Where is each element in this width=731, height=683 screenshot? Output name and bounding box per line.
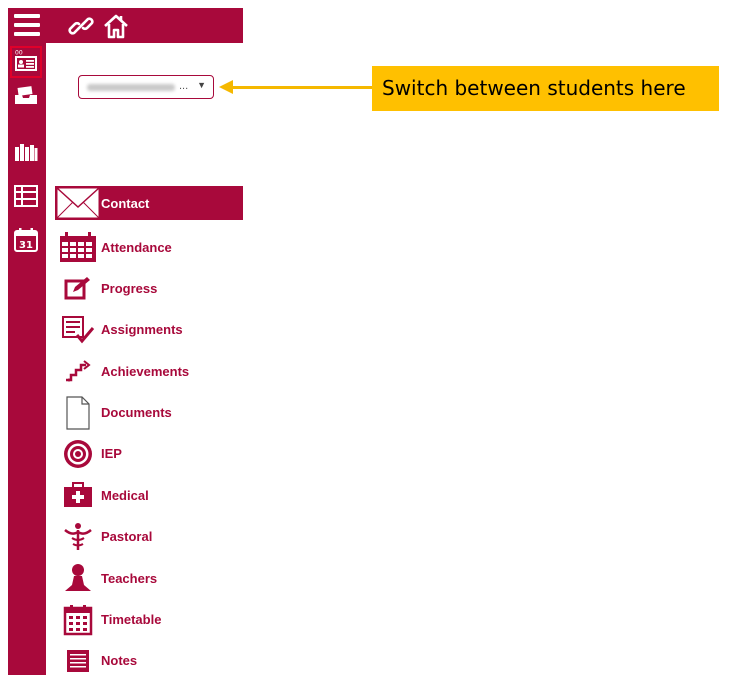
menu-item-pastoral[interactable]: Pastoral [55, 518, 243, 556]
menu-item-label: Attendance [101, 239, 172, 255]
calendar-icon[interactable]: 31 [12, 226, 40, 254]
menu-item-label: Achievements [101, 363, 190, 379]
menu-item-notes[interactable]: Notes [55, 642, 243, 680]
svg-text:00: 00 [15, 50, 23, 57]
teacher-icon [55, 561, 101, 595]
menu-item-label: Teachers [101, 570, 158, 586]
menu-item-documents[interactable]: Documents [55, 394, 243, 432]
inbox-icon[interactable] [12, 81, 40, 109]
selector-ellipsis: ... [179, 80, 189, 92]
caduceus-icon [55, 520, 101, 554]
menu-item-label: Contact [101, 195, 150, 211]
timetable-icon [55, 603, 101, 637]
home-icon[interactable] [103, 13, 129, 39]
notes-icon [55, 644, 101, 678]
side-rail: 00 31 [8, 43, 46, 675]
envelope-icon [55, 186, 101, 220]
student-card-icon[interactable]: 00 [10, 46, 42, 78]
hamburger-icon[interactable] [14, 14, 40, 36]
menu-item-iep[interactable]: IEP [55, 435, 243, 473]
menu-item-label: Medical [101, 487, 149, 503]
callout-note: Switch between students here [372, 66, 719, 111]
menu-item-label: Documents [101, 405, 172, 421]
menu-item-progress[interactable]: Progress [55, 269, 243, 307]
menu-item-label: Timetable [101, 612, 162, 628]
menu-item-assignments[interactable]: Assignments [55, 311, 243, 349]
link-icon[interactable] [68, 13, 94, 39]
menu-item-contact[interactable]: Contact [55, 186, 243, 220]
library-icon[interactable] [12, 138, 40, 166]
stairs-icon [55, 354, 101, 388]
target-icon [55, 437, 101, 471]
menu-item-label: Assignments [101, 322, 183, 338]
top-bar [8, 8, 243, 43]
menu-item-attendance[interactable]: Attendance [55, 228, 243, 266]
menu-item-label: Notes [101, 653, 138, 669]
calendar-grid-icon [55, 230, 101, 264]
svg-text:31: 31 [19, 240, 33, 251]
menu-item-label: IEP [101, 446, 122, 462]
menu-item-achievements[interactable]: Achievements [55, 352, 243, 390]
checklist-icon [55, 313, 101, 347]
menu-item-timetable[interactable]: Timetable [55, 601, 243, 639]
student-selector[interactable]: ... ▼ [78, 75, 214, 99]
student-nav-menu: Contact Attendance Progress Assignments … [55, 186, 243, 683]
chevron-down-icon[interactable]: ▼ [197, 80, 206, 90]
arrow-left-icon [219, 80, 233, 94]
medical-kit-icon [55, 478, 101, 512]
callout-arrow-line [232, 86, 372, 89]
list-view-icon[interactable] [12, 182, 40, 210]
menu-item-label: Pastoral [101, 529, 153, 545]
menu-item-teachers[interactable]: Teachers [55, 559, 243, 597]
menu-item-label: Progress [101, 280, 158, 296]
document-icon [55, 395, 101, 430]
menu-item-medical[interactable]: Medical [55, 476, 243, 514]
edit-icon [55, 271, 101, 305]
student-name-blurred [87, 84, 175, 91]
